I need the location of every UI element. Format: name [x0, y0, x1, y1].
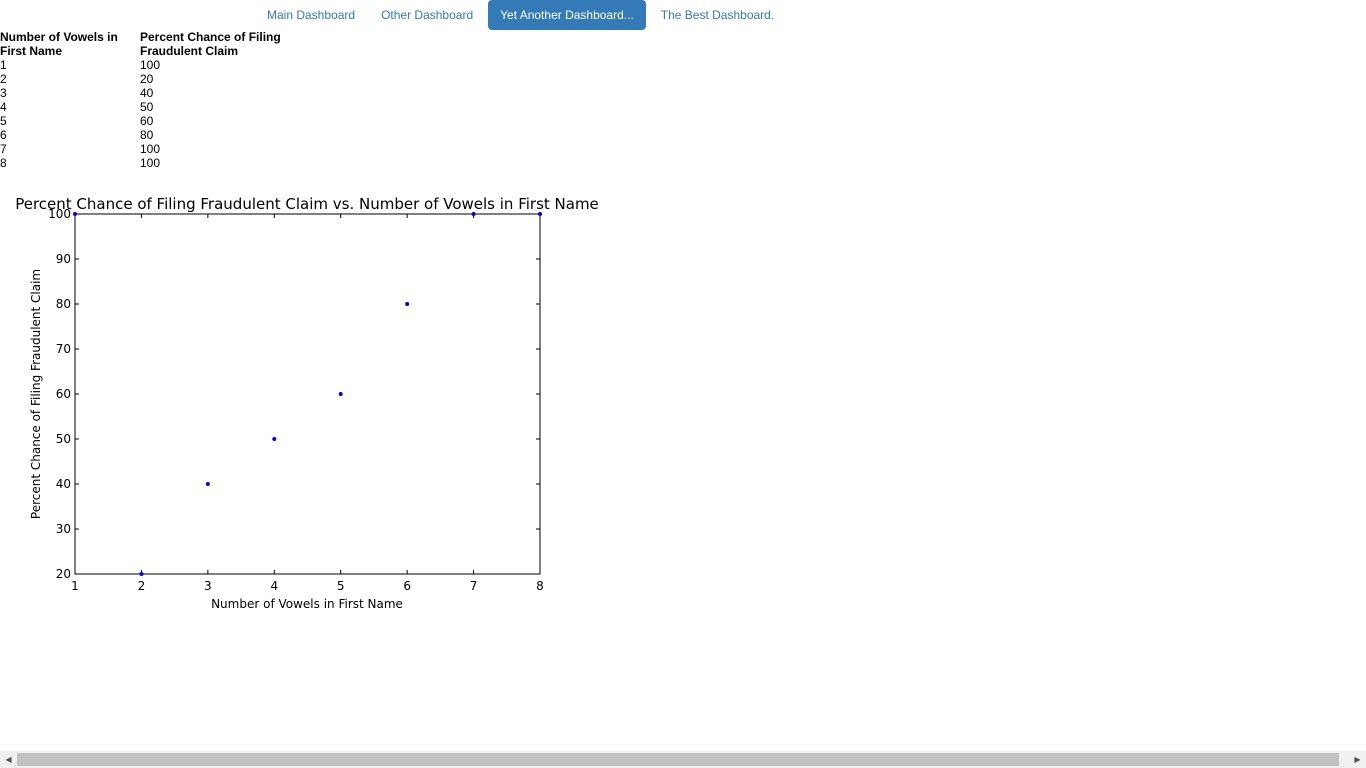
table-row: 5 60 [0, 114, 290, 128]
horizontal-scrollbar[interactable]: ◀ ▶ [0, 751, 1366, 768]
arrow-left-icon[interactable]: ◀ [0, 751, 17, 768]
table-cell: 60 [140, 114, 154, 128]
table-row: 2 20 [0, 72, 290, 86]
data-point [205, 482, 210, 486]
column-header-percent: Percent Chance of Filing Fraudulent Clai… [140, 30, 281, 58]
table-row: 7 100 [0, 142, 290, 156]
table-row: 4 50 [0, 100, 290, 114]
arrow-right-icon[interactable]: ▶ [1349, 751, 1366, 768]
dashboard-nav: Main Dashboard Other Dashboard Yet Anoth… [254, 0, 787, 30]
table-cell: 100 [140, 142, 161, 156]
x-axis-label: Number of Vowels in First Name [211, 597, 403, 611]
table-cell: 50 [140, 100, 154, 114]
table-row: 8 100 [0, 156, 290, 170]
data-point [139, 572, 144, 576]
x-tick-label: 3 [204, 579, 212, 593]
data-point [405, 302, 410, 306]
page: Main Dashboard Other Dashboard Yet Anoth… [0, 0, 1366, 768]
x-tick-label: 2 [138, 579, 146, 593]
table-cell: 40 [140, 86, 154, 100]
tab-other-dashboard[interactable]: Other Dashboard [368, 0, 486, 30]
table-cell: 6 [0, 128, 7, 142]
table-row: 6 80 [0, 128, 290, 142]
tab-main-dashboard[interactable]: Main Dashboard [254, 0, 368, 30]
x-tick-label: 1 [71, 579, 79, 593]
y-tick-label: 40 [56, 477, 71, 491]
column-header-vowels: Number of Vowels in First Name [0, 30, 118, 58]
scrollbar-thumb[interactable] [17, 753, 1339, 766]
y-tick-label: 20 [56, 567, 71, 581]
table-cell: 100 [140, 156, 161, 170]
y-tick-label: 50 [56, 432, 71, 446]
x-tick-label: 8 [536, 579, 544, 593]
table-cell: 4 [0, 100, 7, 114]
table-row: 3 40 [0, 86, 290, 100]
tab-yet-another-dashboard[interactable]: Yet Another Dashboard... [488, 0, 646, 30]
data-point [272, 437, 277, 441]
table-cell: 80 [140, 128, 154, 142]
data-point [73, 212, 77, 216]
y-tick-label: 100 [48, 207, 71, 221]
table-header-row: Number of Vowels in First Name Percent C… [0, 30, 290, 58]
table-cell: 100 [140, 58, 161, 72]
table-cell: 5 [0, 114, 7, 128]
plot-area [74, 213, 541, 575]
tab-the-best-dashboard[interactable]: The Best Dashboard. [648, 0, 787, 30]
table-cell: 3 [0, 86, 7, 100]
x-tick-label: 5 [337, 579, 345, 593]
scatter-chart: Percent Chance of Filing Fraudulent Clai… [15, 195, 599, 611]
data-point [471, 212, 476, 216]
y-tick-label: 30 [56, 522, 71, 536]
x-tick-label: 7 [470, 579, 478, 593]
table-cell: 8 [0, 156, 7, 170]
y-tick-label: 80 [56, 297, 71, 311]
table-cell: 7 [0, 142, 7, 156]
data-table: Number of Vowels in First Name Percent C… [0, 30, 290, 170]
y-axis-label: Percent Chance of Filing Fraudulent Clai… [29, 269, 43, 519]
table-cell: 2 [0, 72, 7, 86]
x-tick-label: 4 [270, 579, 278, 593]
x-tick-label: 6 [403, 579, 411, 593]
data-point [338, 392, 343, 396]
y-tick-label: 70 [56, 342, 71, 356]
y-tick-label: 90 [56, 252, 71, 266]
table-row: 1 100 [0, 58, 290, 72]
y-tick-label: 60 [56, 387, 71, 401]
chart-title: Percent Chance of Filing Fraudulent Clai… [15, 195, 599, 213]
table-cell: 1 [0, 58, 7, 72]
data-point [538, 212, 542, 216]
table-cell: 20 [140, 72, 154, 86]
